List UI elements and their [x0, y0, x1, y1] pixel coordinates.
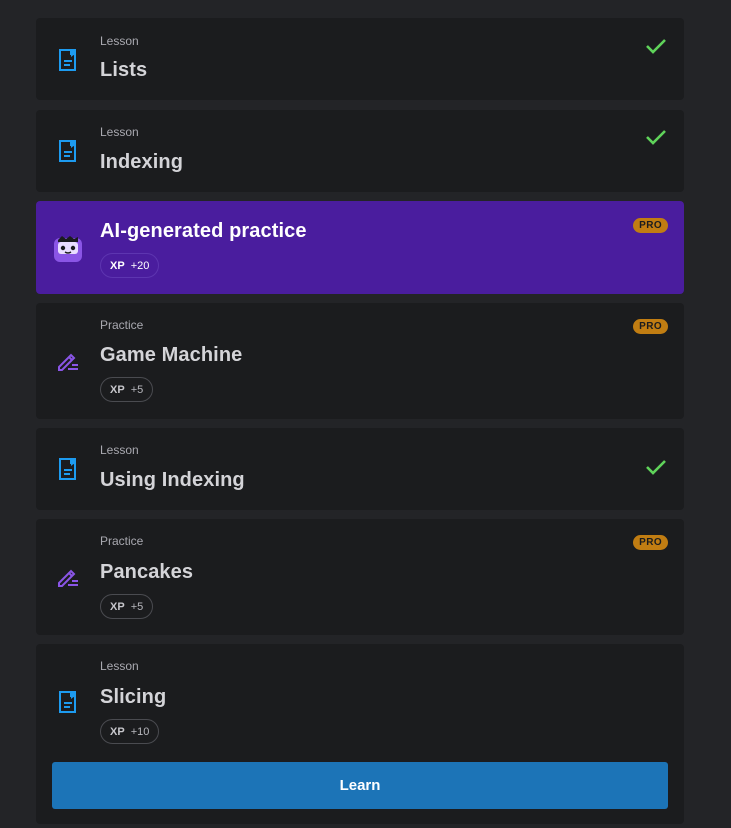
lesson-doc-icon — [54, 46, 82, 74]
pro-badge: PRO — [633, 535, 668, 550]
xp-badge: XP +5 — [100, 594, 154, 619]
item-kind: Lesson — [100, 34, 139, 48]
practice-card-game-machine[interactable]: Practice Game Machine XP +5 PRO — [36, 303, 684, 419]
practice-pencil-icon — [54, 563, 82, 591]
course-path-list: Lesson Lists Lesson Indexing AI-generate… — [36, 0, 684, 828]
item-kind: Lesson — [100, 125, 139, 139]
practice-pencil-icon — [54, 347, 82, 375]
lesson-doc-icon — [54, 688, 82, 716]
lesson-card-slicing[interactable]: Lesson Slicing XP +10 Learn — [36, 644, 684, 824]
item-title: Using Indexing — [100, 469, 245, 491]
xp-badge: XP +10 — [100, 719, 160, 744]
learn-button[interactable]: Learn — [52, 762, 668, 809]
pro-badge: PRO — [633, 319, 668, 334]
item-kind: Lesson — [100, 443, 139, 457]
item-kind: Practice — [100, 534, 144, 548]
lesson-card-lists[interactable]: Lesson Lists — [36, 18, 684, 100]
pro-badge: PRO — [633, 218, 668, 233]
lesson-doc-icon — [54, 455, 82, 483]
completed-check-icon — [644, 34, 668, 58]
xp-value: +10 — [130, 725, 150, 738]
item-title: Slicing — [100, 686, 167, 708]
completed-check-icon — [644, 125, 668, 149]
item-title: AI-generated practice — [100, 220, 307, 242]
xp-value: +20 — [130, 259, 150, 272]
xp-label: XP — [110, 259, 125, 272]
ai-practice-card[interactable]: AI-generated practice XP +20 PRO — [36, 201, 684, 294]
xp-label: XP — [110, 383, 125, 396]
xp-label: XP — [110, 600, 125, 613]
item-title: Lists — [100, 59, 148, 81]
item-title: Game Machine — [100, 344, 243, 366]
ai-mascot-icon — [52, 233, 84, 265]
item-kind: Practice — [100, 318, 144, 332]
item-title: Indexing — [100, 151, 184, 173]
lesson-doc-icon — [54, 137, 82, 165]
item-kind: Lesson — [100, 659, 139, 673]
item-title: Pancakes — [100, 561, 194, 583]
lesson-card-using-indexing[interactable]: Lesson Using Indexing — [36, 428, 684, 510]
lesson-card-indexing[interactable]: Lesson Indexing — [36, 110, 684, 192]
xp-value: +5 — [130, 600, 144, 613]
completed-check-icon — [644, 455, 668, 479]
xp-badge: XP +5 — [100, 377, 154, 402]
xp-value: +5 — [130, 383, 144, 396]
practice-card-pancakes[interactable]: Practice Pancakes XP +5 PRO — [36, 519, 684, 635]
xp-label: XP — [110, 725, 125, 738]
xp-badge: XP +20 — [100, 253, 160, 278]
